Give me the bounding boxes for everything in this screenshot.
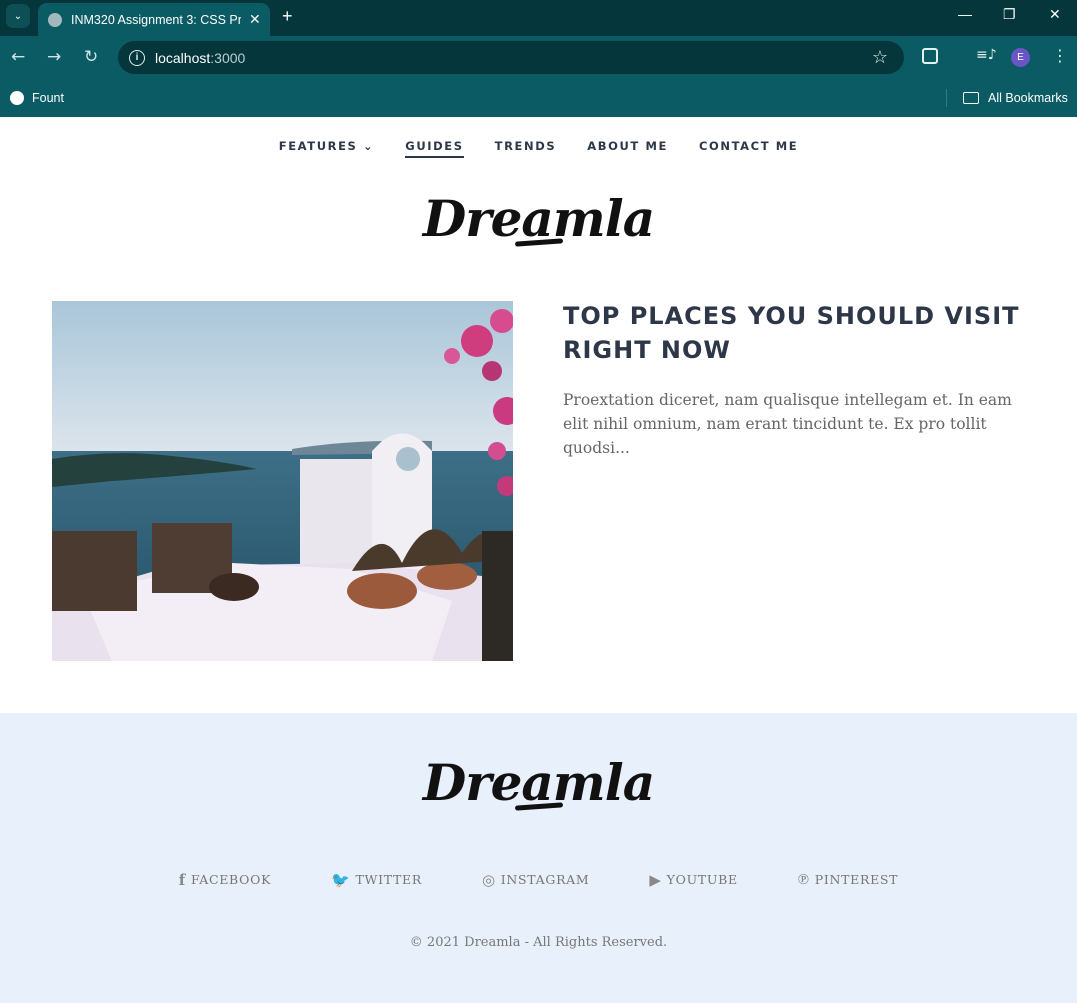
page-content: FEATURES ⌄ GUIDES TRENDS ABOUT ME CONTAC… <box>0 117 1077 1003</box>
address-bar[interactable]: i localhost:3000 ☆ <box>118 41 904 74</box>
url-host: localhost <box>155 49 211 66</box>
back-button[interactable]: ← <box>11 47 25 67</box>
social-link-pinterest[interactable]: ℗ PINTEREST <box>798 870 898 889</box>
social-label: TWITTER <box>355 872 422 887</box>
nav-label: FEATURES <box>278 139 358 153</box>
url-text[interactable]: localhost:3000 <box>155 50 245 66</box>
post-excerpt: Proextation diceret, nam qualisque intel… <box>563 391 1012 457</box>
nav-item-features[interactable]: FEATURES ⌄ <box>279 139 375 158</box>
nav-item-trends[interactable]: TRENDS <box>495 139 557 158</box>
social-label: PINTEREST <box>814 872 899 887</box>
nav-item-about-me[interactable]: ABOUT ME <box>587 139 668 158</box>
social-links: f FACEBOOK 🐦 TWITTER ◎ INSTAGRAM ▶ YOUTUBE ℗… <box>0 870 1077 889</box>
social-label: FACEBOOK <box>190 872 272 887</box>
globe-icon <box>48 12 62 27</box>
menu-kebab-icon[interactable]: ⋮ <box>1052 46 1068 65</box>
social-label: INSTAGRAM <box>500 872 590 887</box>
close-tab-icon[interactable]: ✕ <box>249 11 261 28</box>
all-bookmarks-button[interactable]: All Bookmarks <box>963 91 1068 105</box>
folder-icon <box>963 92 979 104</box>
post-title[interactable]: TOP PLACES YOU SHOULD VISIT RIGHT NOW <box>563 299 1023 367</box>
bookmark-fount[interactable]: Fount <box>10 91 64 105</box>
bookmark-star-icon[interactable]: ☆ <box>872 47 888 68</box>
post-image[interactable] <box>52 301 513 661</box>
pinterest-icon: ℗ <box>797 870 810 888</box>
social-link-instagram[interactable]: ◎ INSTAGRAM <box>482 870 589 889</box>
close-window-button[interactable]: ✕ <box>1049 6 1061 23</box>
new-tab-button[interactable]: + <box>282 6 293 27</box>
social-link-twitter[interactable]: 🐦 TWITTER <box>331 870 422 889</box>
social-link-youtube[interactable]: ▶ YOUTUBE <box>649 870 737 889</box>
globe-icon <box>10 91 24 105</box>
youtube-icon: ▶ <box>649 870 662 889</box>
reload-button[interactable]: ↻ <box>84 47 98 67</box>
site-info-icon[interactable]: i <box>129 49 145 66</box>
facebook-icon: f <box>178 870 186 889</box>
bookmark-label: Fount <box>32 91 64 105</box>
social-label: YOUTUBE <box>666 872 738 887</box>
copyright-text: © 2021 Dreamla - All Rights Reserved. <box>409 935 668 950</box>
main-nav: FEATURES ⌄ GUIDES TRENDS ABOUT ME CONTAC… <box>0 139 1077 158</box>
extensions-icon[interactable] <box>922 48 938 64</box>
profile-avatar[interactable]: E <box>1011 48 1030 67</box>
instagram-icon: ◎ <box>481 870 496 889</box>
chevron-down-icon: ⌄ <box>363 139 375 153</box>
twitter-icon: 🐦 <box>331 870 351 889</box>
santorini-photo <box>52 301 513 661</box>
site-footer: Dreamla f FACEBOOK 🐦 TWITTER ◎ INSTAGRAM ▶ Y… <box>0 713 1077 1003</box>
bookmarks-bar: Fount All Bookmarks <box>0 80 1077 117</box>
browser-tabstrip: ⌄ INM320 Assignment 3: CSS Pre ✕ + — ❐ ✕ <box>0 0 1077 36</box>
forward-button[interactable]: → <box>47 47 61 67</box>
footer-logo[interactable]: Dreamla <box>0 753 1077 812</box>
social-link-facebook[interactable]: f FACEBOOK <box>179 870 271 889</box>
divider <box>946 89 947 107</box>
media-controls-icon[interactable]: ≡♪ <box>976 47 997 63</box>
tab-search-button[interactable]: ⌄ <box>6 4 30 28</box>
tab-title: INM320 Assignment 3: CSS Pre <box>71 12 241 27</box>
url-port: :3000 <box>210 49 246 66</box>
restore-button[interactable]: ❐ <box>1003 6 1016 23</box>
nav-item-guides[interactable]: GUIDES <box>405 139 464 158</box>
site-logo[interactable]: Dreamla <box>0 189 1077 248</box>
browser-toolbar: ← → ↻ i localhost:3000 ☆ ≡♪ E ⋮ <box>0 36 1077 80</box>
nav-item-contact-me[interactable]: CONTACT ME <box>699 139 798 158</box>
minimize-button[interactable]: — <box>958 6 972 22</box>
browser-tab[interactable]: INM320 Assignment 3: CSS Pre ✕ <box>38 3 270 36</box>
all-bookmarks-label: All Bookmarks <box>988 91 1068 105</box>
